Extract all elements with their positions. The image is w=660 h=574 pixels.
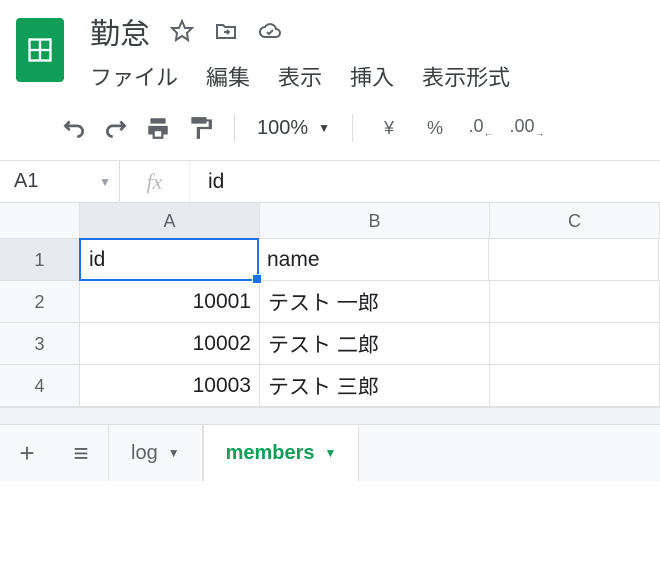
cloud-saved-icon[interactable] xyxy=(258,19,282,43)
chevron-down-icon: ▼ xyxy=(99,175,111,189)
horizontal-scrollbar[interactable] xyxy=(0,407,660,425)
print-icon[interactable] xyxy=(140,110,176,146)
move-to-folder-icon[interactable] xyxy=(214,19,238,43)
column-header-b[interactable]: B xyxy=(260,203,490,238)
menu-bar: ファイル 編集 表示 挿入 表示形式 xyxy=(90,54,510,92)
sheet-tab-members[interactable]: members ▼ xyxy=(203,425,360,481)
cell-b3[interactable]: テスト 二郎 xyxy=(260,323,490,364)
cell-b2[interactable]: テスト 一郎 xyxy=(260,281,490,322)
undo-icon[interactable] xyxy=(56,110,92,146)
cell-c4[interactable] xyxy=(490,365,660,406)
row-header-4[interactable]: 4 xyxy=(0,365,80,406)
cell-a4[interactable]: 10003 xyxy=(80,365,260,406)
document-title[interactable]: 勤怠 xyxy=(90,9,150,53)
chevron-down-icon: ▼ xyxy=(168,446,180,460)
decrease-decimal-button[interactable]: .0← xyxy=(461,116,501,140)
fx-label: fx xyxy=(120,161,190,202)
cell-c1[interactable] xyxy=(489,239,659,280)
sheet-tab-log[interactable]: log ▼ xyxy=(108,425,203,481)
sheet-tab-label: members xyxy=(226,442,315,465)
all-sheets-button[interactable]: ≡ xyxy=(54,425,108,481)
cell-a2[interactable]: 10001 xyxy=(80,281,260,322)
zoom-select[interactable]: 100% ▼ xyxy=(251,117,336,140)
format-currency-button[interactable]: ¥ xyxy=(369,118,409,139)
toolbar: 100% ▼ ¥ % .0← .00→ xyxy=(0,92,660,161)
paint-format-icon[interactable] xyxy=(182,110,218,146)
format-percent-button[interactable]: % xyxy=(415,118,455,139)
add-sheet-button[interactable]: + xyxy=(0,425,54,481)
menu-format[interactable]: 表示形式 xyxy=(422,60,510,92)
select-all-corner[interactable] xyxy=(0,203,80,238)
increase-decimal-label: .00 xyxy=(510,116,535,136)
name-box-value: A1 xyxy=(14,170,38,193)
star-icon[interactable] xyxy=(170,19,194,43)
menu-view[interactable]: 表示 xyxy=(278,60,322,92)
menu-insert[interactable]: 挿入 xyxy=(350,60,394,92)
spreadsheet-grid[interactable]: A B C 1 id name 2 10001 テスト 一郎 3 10002 テ… xyxy=(0,203,660,407)
column-header-c[interactable]: C xyxy=(490,203,660,238)
row-header-1[interactable]: 1 xyxy=(0,239,80,280)
formula-bar[interactable]: id xyxy=(190,161,660,202)
cell-b1[interactable]: name xyxy=(259,239,489,280)
row-header-2[interactable]: 2 xyxy=(0,281,80,322)
increase-decimal-button[interactable]: .00→ xyxy=(507,116,547,140)
menu-file[interactable]: ファイル xyxy=(90,60,178,92)
sheet-tab-bar: + ≡ log ▼ members ▼ xyxy=(0,425,660,481)
row-header-3[interactable]: 3 xyxy=(0,323,80,364)
chevron-down-icon: ▼ xyxy=(318,121,330,135)
column-header-a[interactable]: A xyxy=(80,203,260,238)
cell-a3[interactable]: 10002 xyxy=(80,323,260,364)
chevron-down-icon: ▼ xyxy=(325,446,337,460)
decrease-decimal-label: .0 xyxy=(469,116,484,136)
sheet-tab-label: log xyxy=(131,442,158,465)
cell-a1[interactable]: id xyxy=(79,238,259,281)
zoom-value: 100% xyxy=(257,117,308,140)
redo-icon[interactable] xyxy=(98,110,134,146)
cell-c3[interactable] xyxy=(490,323,660,364)
menu-edit[interactable]: 編集 xyxy=(206,60,250,92)
sheets-logo[interactable] xyxy=(16,18,64,82)
cell-b4[interactable]: テスト 三郎 xyxy=(260,365,490,406)
cell-c2[interactable] xyxy=(490,281,660,322)
name-box[interactable]: A1 ▼ xyxy=(0,161,120,202)
